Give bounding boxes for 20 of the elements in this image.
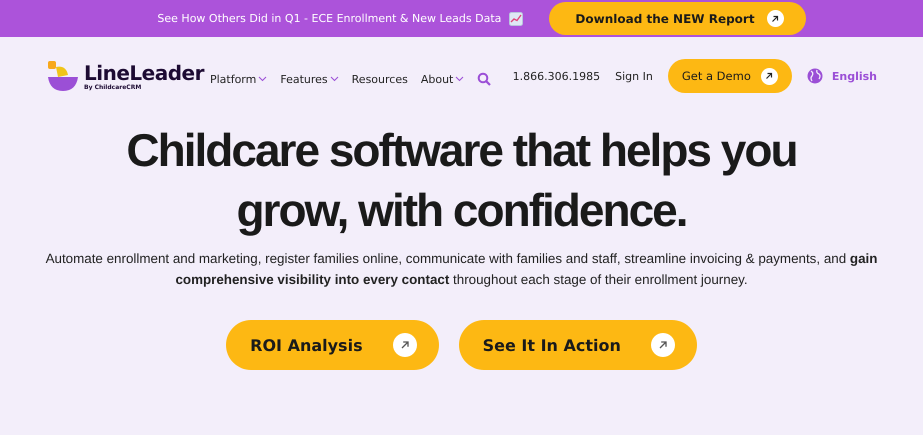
nav-link[interactable]: Features	[280, 72, 339, 86]
hero-heading: grow, with confidence.	[236, 183, 687, 238]
nav-link[interactable]: About	[420, 72, 464, 86]
phone-link[interactable]: 1.866.306.1985	[512, 70, 600, 82]
chart-icon	[509, 12, 524, 26]
language-link[interactable]: English	[832, 70, 877, 82]
nav-link[interactable]: Platform	[210, 72, 268, 86]
hero-description: Automate enrollment and marketing, register families online, communicate with families and staff, streamline invoicing & payments, and gain comprehensive visibility into every contact throughout each stage of their enrollment journey.	[44, 250, 878, 289]
sign-in-link[interactable]: Sign In	[615, 70, 653, 82]
globe-icon[interactable]	[806, 68, 823, 84]
logo-wordmark[interactable]: LineLeader	[84, 62, 204, 84]
download-report-button[interactable]: Download the NEW Report	[549, 2, 806, 35]
logo-icon	[46, 61, 80, 91]
cta-button[interactable]: See It In Action	[458, 320, 697, 370]
cta-button[interactable]: ROI Analysis	[226, 320, 439, 370]
demo-button[interactable]: Get a Demo	[668, 59, 792, 93]
banner-text: See How Others Did in Q1 - ECE Enrollment & New Leads Data	[157, 12, 502, 25]
hero-heading: Childcare software that helps you	[126, 123, 797, 178]
search-icon[interactable]	[477, 72, 492, 86]
nav-link[interactable]: Resources	[352, 72, 408, 86]
